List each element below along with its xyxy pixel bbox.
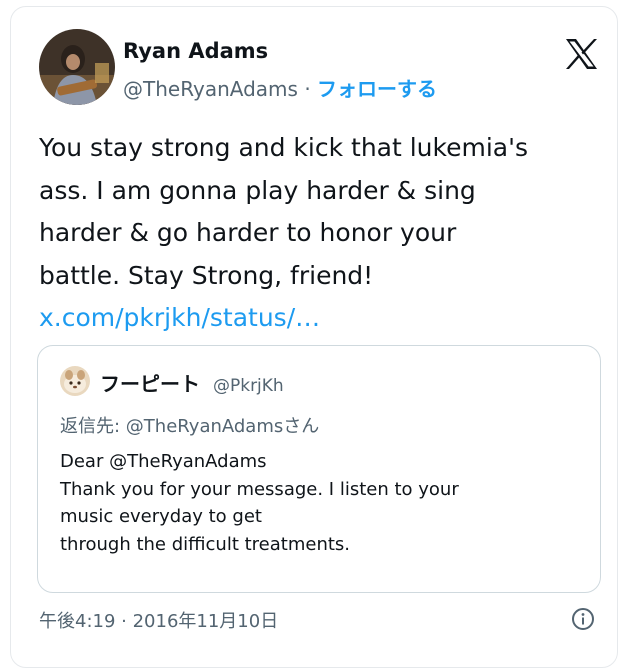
author-handle[interactable]: @TheRyanAdams (123, 77, 298, 101)
quoted-author-avatar[interactable] (60, 366, 90, 396)
info-icon[interactable] (571, 607, 595, 631)
post-link[interactable]: x.com/pkrjkh/status/… (39, 303, 320, 332)
x-logo-icon[interactable] (563, 37, 599, 71)
post-text-line: ass. I am gonna play harder & sing (39, 175, 476, 205)
quoted-text-line: music everyday to get (60, 506, 262, 527)
post-timestamp[interactable]: 午後4:19 · 2016年11月10日 (39, 607, 278, 633)
quoted-text-line: through the difficult treatments. (60, 533, 351, 555)
author-handle-row: @TheRyanAdams · フォローする (123, 73, 437, 102)
quoted-author-row: フーピート @PkrjKh (100, 368, 284, 397)
quoted-author-handle[interactable]: @PkrjKh (213, 376, 284, 396)
separator-dot: · (304, 77, 311, 101)
author-avatar[interactable] (39, 29, 115, 105)
post-text-line: You stay strong and kick that lukemia's (39, 133, 529, 162)
follow-button[interactable]: フォローする (317, 77, 437, 101)
post-card: Ryan Adams @TheRyanAdams · フォローする You st… (10, 6, 618, 668)
quoted-text-line: Dear @TheRyanAdams (60, 451, 267, 472)
post-text-line: harder & go harder to honor your (39, 218, 457, 247)
quoted-post[interactable]: フーピート @PkrjKh 返信先: @TheRyanAdamsさん Dear … (37, 345, 601, 593)
post-text-line: battle. Stay Strong, friend! (39, 260, 374, 290)
quoted-text-line: Thank you for your message. I listen to … (60, 478, 459, 500)
quoted-author-name[interactable]: フーピート (100, 372, 200, 396)
quoted-post-text: Dear @TheRyanAdams Thank you for your me… (60, 448, 580, 558)
post-text: You stay strong and kick that lukemia's … (39, 127, 614, 340)
reply-to-label: 返信先: @TheRyanAdamsさん (60, 416, 320, 437)
author-name[interactable]: Ryan Adams (123, 39, 268, 63)
